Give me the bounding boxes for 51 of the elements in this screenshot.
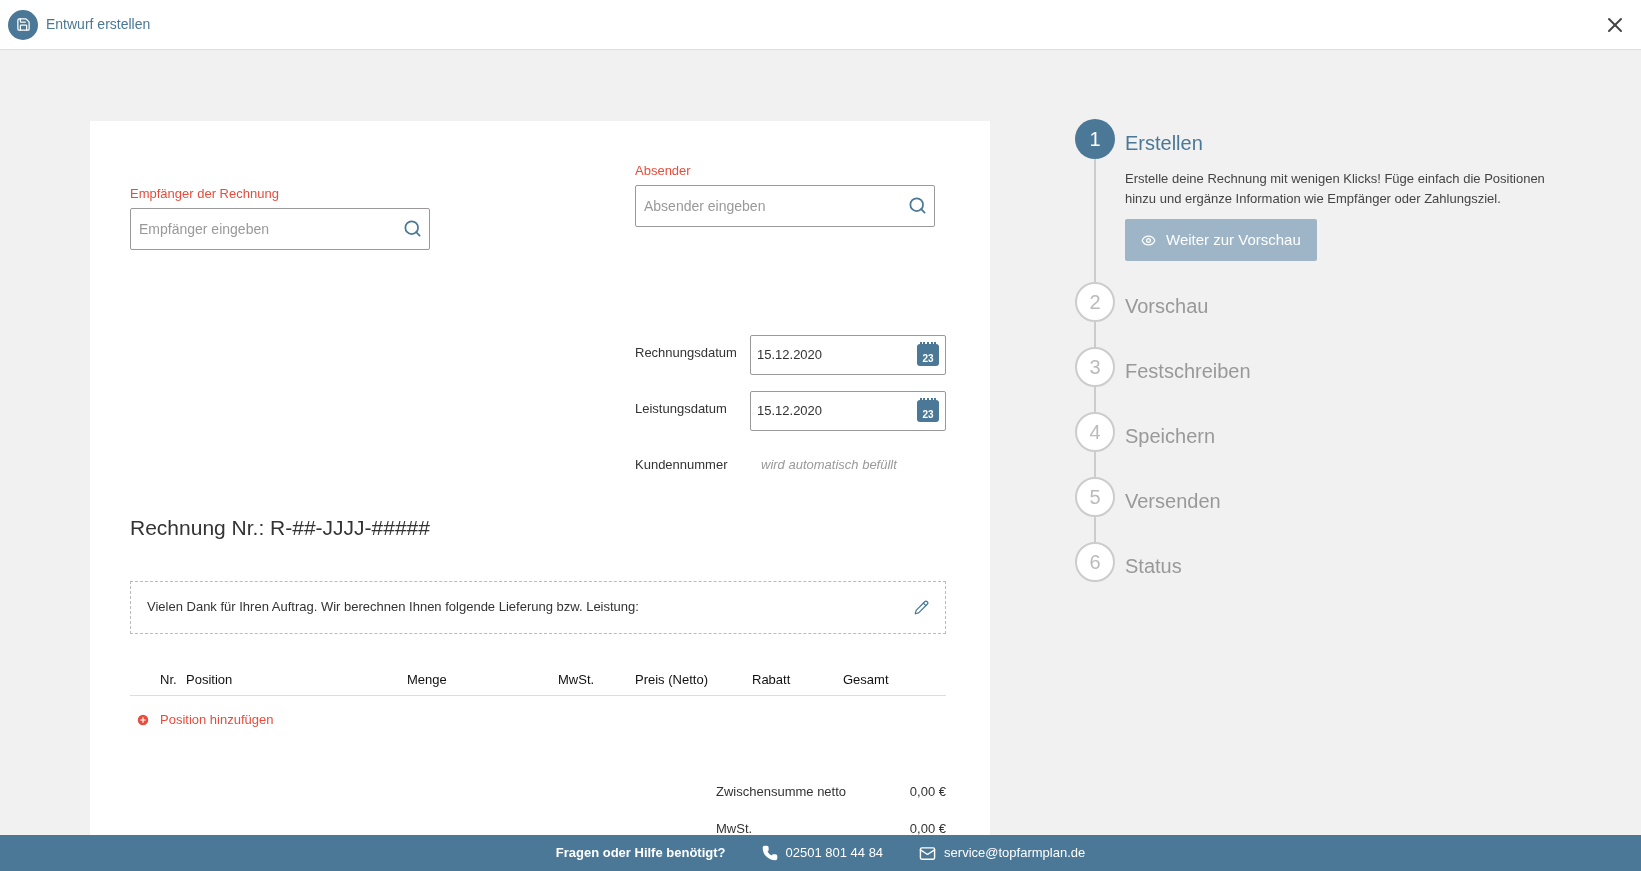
field-value: wird automatisch befüllt	[761, 455, 897, 474]
total-value: 0,00 €	[909, 782, 946, 801]
step-number: 4	[1075, 412, 1115, 452]
add-icon	[136, 712, 150, 727]
field-label: Empfänger der Rechnung	[130, 185, 280, 203]
add-position-link[interactable]: Position hinzufügen	[136, 710, 274, 730]
step-number: 5	[1075, 477, 1115, 517]
mail-icon	[919, 844, 937, 862]
date-field[interactable]: 15.12.2020 23	[750, 390, 946, 431]
step-label[interactable]: Speichern	[1125, 416, 1216, 456]
step-label[interactable]: Status	[1125, 546, 1182, 586]
calendar-icon: 23	[917, 399, 939, 422]
step-number: 1	[1075, 119, 1115, 159]
step-description: Erstelle deine Rechnung mit wenigen Klicks! Füge einfach die Positionen hinzu und ergänze Information wie Empfänger oder Zahlungsziel.	[1125, 170, 1546, 208]
step-number: 3	[1075, 347, 1115, 387]
eye-icon	[1141, 232, 1156, 248]
date-field[interactable]: 15.12.2020 23	[750, 334, 946, 375]
field-label: Kundennummer	[635, 455, 729, 474]
field-label: Leistungsdatum	[635, 399, 728, 418]
column-header: Position	[186, 670, 234, 689]
search-icon	[403, 218, 422, 238]
column-header: Preis (Netto)	[635, 670, 709, 689]
step-label[interactable]: Erstellen	[1125, 123, 1565, 163]
field-label: Rechnungsdatum	[635, 343, 738, 362]
calendar-icon: 23	[917, 343, 939, 366]
column-header: Rabatt	[752, 670, 792, 689]
phone-icon	[761, 845, 778, 861]
step-number: 6	[1075, 542, 1115, 582]
step-label[interactable]: Versenden	[1125, 481, 1221, 521]
column-header: MwSt.	[558, 670, 596, 689]
edit-icon[interactable]	[914, 599, 929, 615]
intro-text: Vielen Dank für Ihren Auftrag. Wir berechnen Ihnen folgende Lieferung bzw. Leistung:	[147, 598, 639, 617]
search-field[interactable]: Absender eingeben	[635, 184, 935, 227]
email-link[interactable]: service@topfarmplan.de	[944, 843, 1086, 863]
step-label[interactable]: Festschreiben	[1125, 351, 1251, 391]
invoice-number-heading: Rechnung Nr.: R-##-JJJJ-#####	[130, 515, 431, 541]
step-number: 2	[1075, 282, 1115, 322]
window-title: Entwurf erstellen	[46, 15, 151, 34]
phone-number: 02501 801 44 84	[785, 844, 884, 863]
search-field[interactable]: Empfänger eingeben	[130, 207, 430, 250]
total-value: 0,00 €	[909, 820, 946, 835]
save-icon	[8, 9, 38, 40]
total-label: Zwischensumme netto	[716, 782, 847, 801]
help-text: Fragen oder Hilfe benötigt?	[555, 844, 726, 863]
search-icon	[908, 195, 927, 215]
total-label: MwSt.	[716, 820, 753, 835]
column-header: Gesamt	[843, 670, 890, 689]
field-label: Absender	[635, 162, 692, 180]
column-header: Nr.	[160, 670, 178, 689]
step-label[interactable]: Vorschau	[1125, 286, 1209, 326]
column-header: Menge	[407, 670, 448, 689]
